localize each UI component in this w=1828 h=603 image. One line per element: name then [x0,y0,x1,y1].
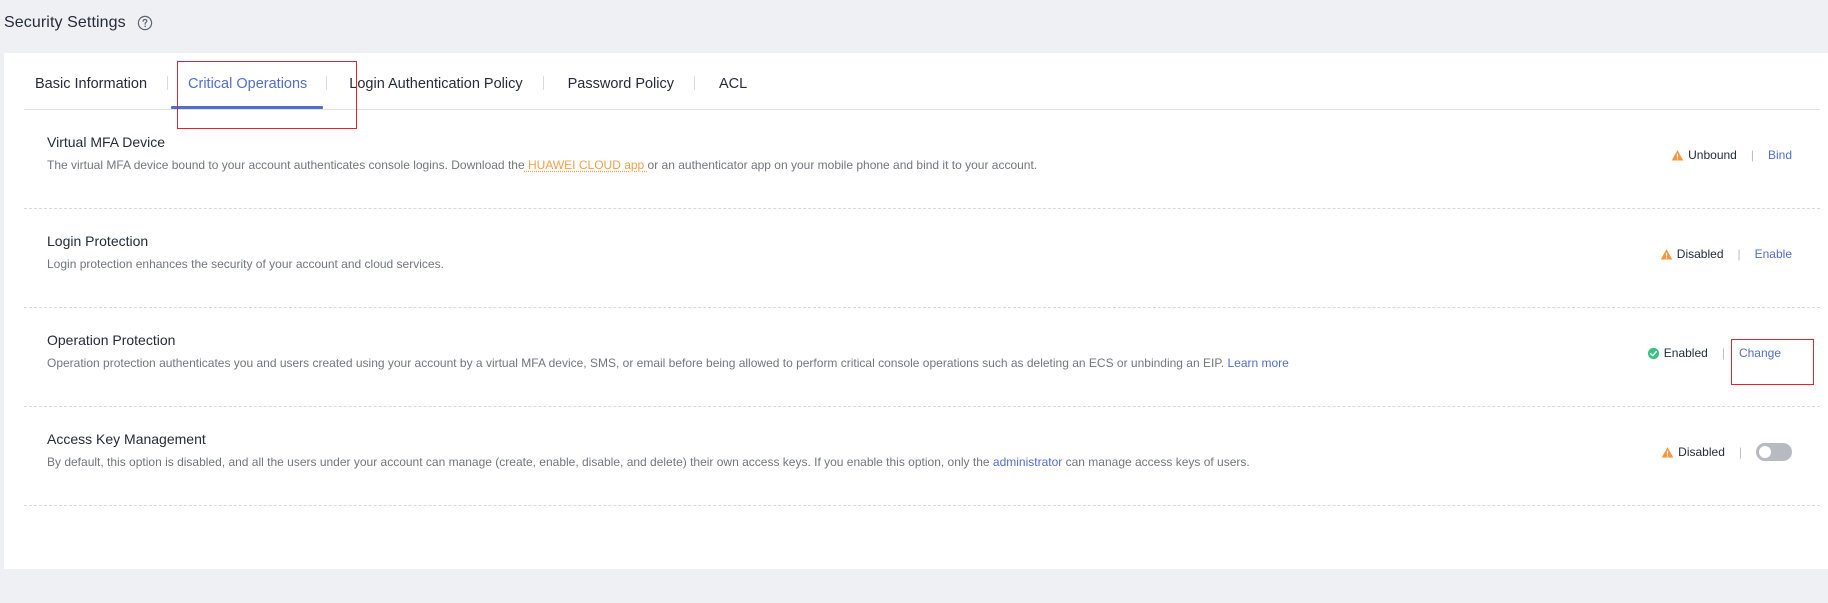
row-operation-protection: Operation Protection Operation protectio… [24,308,1820,407]
row-controls: Unbound | Bind [1671,146,1792,164]
page-title: Security Settings [4,14,126,31]
row-controls: Disabled | Enable [1660,245,1792,263]
row-description: Login protection enhances the security o… [47,257,444,271]
desc-text: or an authenticator app on your mobile p… [647,158,1038,172]
change-button[interactable]: Change [1739,346,1781,360]
row-title: Virtual MFA Device [47,134,166,150]
row-access-key-management: Access Key Management By default, this o… [24,407,1820,506]
bind-button[interactable]: Bind [1768,148,1792,162]
settings-list: Virtual MFA Device The virtual MFA devic… [24,110,1820,506]
tab-bar: Basic Information Critical Operations Lo… [24,53,1820,110]
tab-password-policy[interactable]: Password Policy [544,53,694,109]
learn-more-link[interactable]: Learn more [1227,356,1288,370]
divider: | [1721,346,1725,360]
huawei-cloud-app-link[interactable]: HUAWEI CLOUD app [525,158,648,172]
desc-text: The virtual MFA device bound to your acc… [47,158,525,172]
divider: | [1737,247,1741,261]
divider: | [1750,148,1754,162]
row-description: The virtual MFA device bound to your acc… [47,158,1037,172]
access-key-toggle[interactable] [1756,443,1792,461]
page-header: Security Settings [4,11,153,35]
warning-triangle-icon [1660,248,1673,260]
row-title: Operation Protection [47,332,176,348]
tab-login-authentication-policy[interactable]: Login Authentication Policy [327,53,542,109]
check-circle-icon [1647,347,1659,359]
administrator-link[interactable]: administrator [993,455,1062,469]
row-virtual-mfa-device: Virtual MFA Device The virtual MFA devic… [24,110,1820,209]
row-controls: Disabled | [1661,443,1792,461]
row-controls: Enabled | Change [1647,344,1781,362]
divider: | [1738,445,1742,459]
enable-button[interactable]: Enable [1755,247,1792,261]
row-login-protection: Login Protection Login protection enhanc… [24,209,1820,308]
desc-text: Operation protection authenticates you a… [47,356,1225,370]
row-title: Login Protection [47,233,149,249]
tab-acl[interactable]: ACL [695,53,767,109]
row-description: By default, this option is disabled, and… [47,455,1250,469]
tab-label: Login Authentication Policy [349,76,523,92]
tab-label: ACL [719,76,748,92]
tab-label: Password Policy [567,76,674,92]
row-title: Access Key Management [47,431,206,447]
security-settings-panel: Basic Information Critical Operations Lo… [4,53,1828,569]
status-badge: Disabled [1660,247,1724,261]
status-text: Enabled [1663,346,1708,360]
status-badge: Enabled [1647,346,1708,360]
status-text: Disabled [1676,247,1724,261]
status-text: Disabled [1678,445,1725,459]
status-badge: Unbound [1671,148,1737,162]
warning-triangle-icon [1671,149,1684,161]
tab-critical-operations[interactable]: Critical Operations [168,53,326,109]
desc-text: By default, this option is disabled, and… [47,455,990,469]
tab-basic-information[interactable]: Basic Information [24,53,167,109]
warning-triangle-icon [1661,446,1674,458]
status-badge: Disabled [1661,445,1725,459]
row-description: Operation protection authenticates you a… [47,356,1289,370]
toggle-knob [1759,446,1771,458]
help-circle-icon[interactable] [137,15,153,31]
desc-text: can manage access keys of users. [1065,455,1250,469]
status-text: Unbound [1688,148,1737,162]
tab-label: Critical Operations [188,76,308,92]
tab-label: Basic Information [35,76,148,92]
